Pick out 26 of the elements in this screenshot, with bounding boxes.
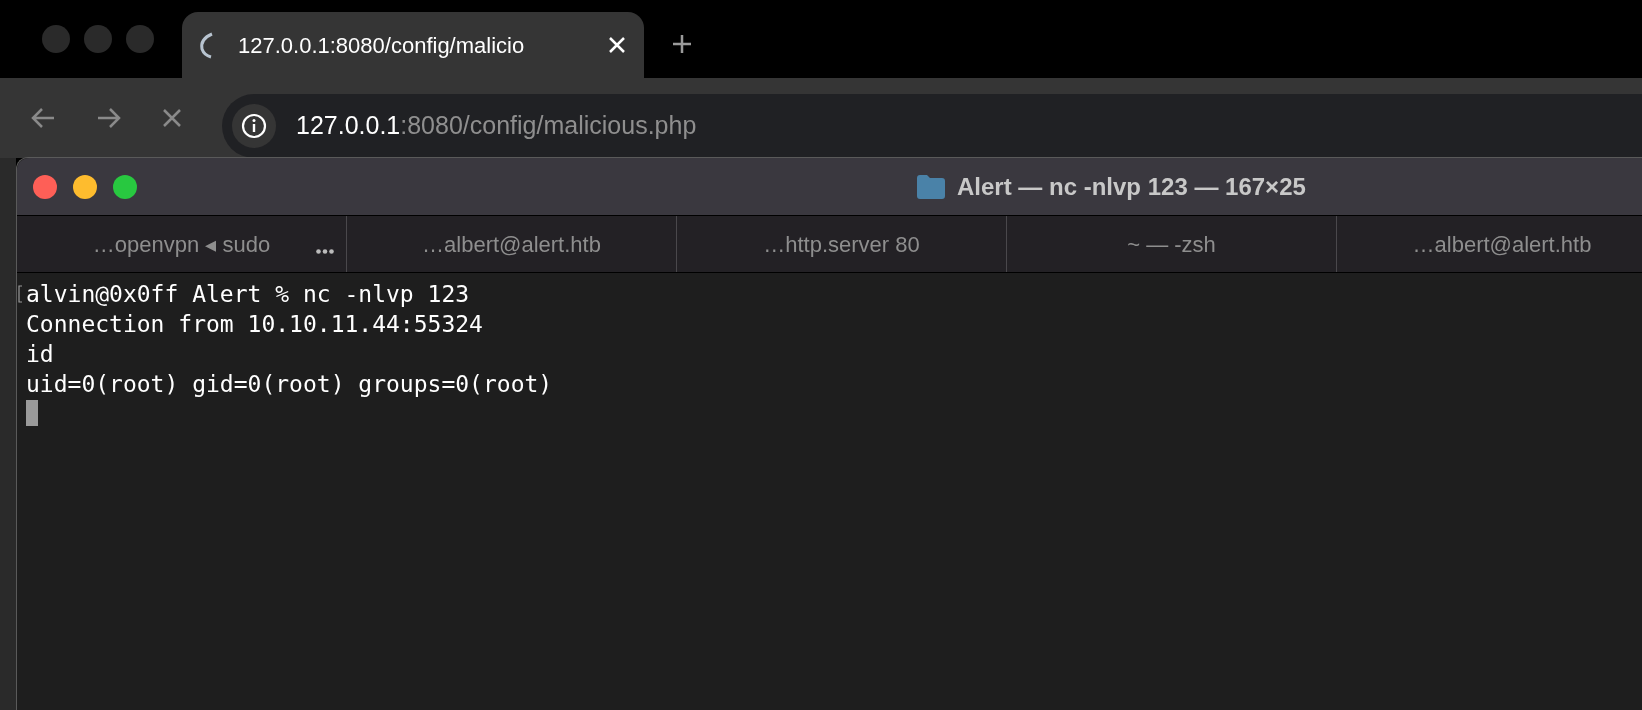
browser-tab[interactable]: 127.0.0.1:8080/config/malicio <box>182 12 644 78</box>
forward-arrow-icon[interactable] <box>96 107 122 129</box>
terminal-line: uid=0(root) gid=0(root) groups=0(root) <box>26 370 553 399</box>
terminal-tab[interactable]: …albert@alert.htb <box>347 216 677 272</box>
terminal-tab[interactable]: …openvpn ◂ sudo <box>17 216 347 272</box>
terminal-tab[interactable]: …albert@alert.htb <box>1337 216 1642 272</box>
url-text: 127.0.0.1:8080/config/malicious.php <box>296 110 697 142</box>
terminal-tab[interactable]: …http.server 80 <box>677 216 1007 272</box>
more-icon[interactable] <box>316 249 334 254</box>
mark-bracket-icon <box>18 285 23 303</box>
window-title: Alert — nc -nlvp 123 — 167×25 <box>957 171 1306 202</box>
close-icon[interactable] <box>608 36 626 54</box>
terminal-line: id <box>26 340 54 369</box>
new-tab-icon[interactable] <box>672 34 692 54</box>
tab-title: 127.0.0.1:8080/config/malicio <box>238 31 526 60</box>
back-arrow-icon[interactable] <box>30 107 56 129</box>
zoom-button[interactable] <box>113 174 137 199</box>
terminal-line: alvin@0x0ff Alert % nc -nlvp 123 <box>26 280 470 309</box>
stop-icon[interactable] <box>162 108 182 128</box>
terminal-tab[interactable]: ~ — -zsh <box>1007 216 1337 272</box>
info-icon[interactable] <box>232 104 276 148</box>
folder-icon <box>917 174 945 199</box>
minimize-button[interactable] <box>73 174 97 199</box>
close-button[interactable] <box>33 174 57 199</box>
terminal-line: Connection from 10.10.11.44:55324 <box>26 310 483 339</box>
address-bar[interactable]: 127.0.0.1:8080/config/malicious.php <box>222 94 1642 158</box>
